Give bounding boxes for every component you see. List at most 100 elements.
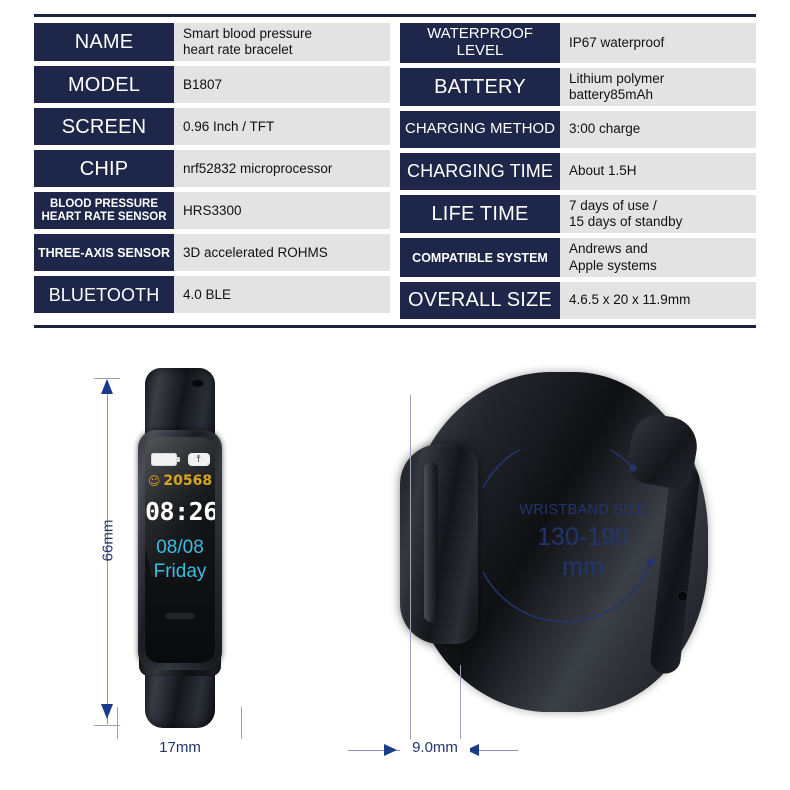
table-row: BLOOD PRESSURE HEART RATE SENSOR HRS3300 — [34, 192, 390, 230]
spec-value-overall-size: 4.6.5 x 20 x 11.9mm — [560, 281, 756, 319]
battery-icon — [150, 453, 180, 466]
screen-weekday: Friday — [153, 561, 207, 582]
screen-date: 08/08 — [156, 537, 204, 558]
dimension-height: 66mm — [88, 372, 128, 732]
wristband-size-value: 130-190 — [537, 523, 629, 552]
spec-value-line: 4.0 BLE — [183, 286, 232, 302]
table-row: BLUETOOTH 4.0 BLE — [34, 276, 390, 314]
spec-value-line: About 1.5H — [569, 163, 637, 179]
table-row: CHARGING TIME About 1.5H — [400, 152, 756, 190]
spec-value-charging-method: 3:00 charge — [560, 110, 756, 148]
table-row: CHIP nrf52832 microprocessor — [34, 150, 390, 188]
wristband-size-annotation: WRISTBAND SIZE 130-190 mm — [483, 450, 683, 650]
spec-label-three-axis-sensor: THREE-AXIS SENSOR — [34, 234, 174, 272]
table-row: NAME Smart blood pressure heart rate bra… — [34, 23, 390, 62]
extension-line-right — [460, 665, 461, 750]
spec-column-right: WATERPROOF LEVEL IP67 waterproof BATTERY… — [400, 23, 756, 319]
spec-value-line: Lithium polymer — [569, 70, 665, 86]
spec-value-line: B1807 — [183, 76, 223, 92]
extension-line-right — [241, 707, 242, 741]
spec-value-compatible-system: Andrews and Apple systems — [560, 238, 756, 277]
specification-table: NAME Smart blood pressure heart rate bra… — [34, 14, 756, 328]
spec-value-battery: Lithium polymer battery85mAh — [560, 67, 756, 106]
table-top-rule — [34, 14, 756, 17]
spec-label-model: MODEL — [34, 66, 174, 104]
strap-hole — [191, 378, 204, 387]
spec-value-line: battery85mAh — [569, 86, 654, 102]
table-row: SCREEN 0.96 Inch / TFT — [34, 108, 390, 146]
extension-line-left — [410, 395, 411, 750]
spec-value-bluetooth: 4.0 BLE — [174, 276, 390, 314]
spec-value-line: nrf52832 microprocessor — [183, 160, 333, 176]
screen-home-bar — [165, 613, 195, 619]
footsteps-icon: ☺ — [147, 474, 161, 488]
arrow-up-icon — [101, 379, 113, 394]
dimension-thickness: 9.0mm — [348, 395, 518, 775]
spec-label-overall-size: OVERALL SIZE — [400, 281, 560, 319]
wristband-size-unit: mm — [562, 552, 604, 581]
device-screen: ☨ ☺ 20568 08:26 08/08 Friday — [145, 437, 215, 663]
steps-count: 20568 — [163, 473, 213, 489]
extension-line-left — [117, 707, 118, 741]
spec-value-line: HRS3300 — [183, 202, 242, 218]
band-head — [400, 444, 478, 644]
spec-value-line: 0.96 Inch / TFT — [183, 118, 275, 134]
spec-label-charging-method: CHARGING METHOD — [400, 110, 560, 148]
table-row: LIFE TIME 7 days of use / 15 days of sta… — [400, 194, 756, 234]
spec-label-screen: SCREEN — [34, 108, 174, 146]
table-bottom-rule — [34, 324, 756, 328]
table-row: CHARGING METHOD 3:00 charge — [400, 110, 756, 148]
dimension-width-label: 17mm — [105, 739, 255, 756]
bracelet-front-view: ☨ ☺ 20568 08:26 08/08 Friday — [128, 368, 232, 728]
arrow-right-icon — [384, 744, 397, 756]
spec-value-line: heart rate bracelet — [183, 42, 293, 58]
dimension-height-label: 66mm — [99, 519, 117, 562]
spec-value-model: B1807 — [174, 66, 390, 104]
arrow-down-icon — [101, 704, 113, 719]
spec-value-line: 15 days of standby — [569, 214, 683, 230]
spec-label-battery: BATTERY — [400, 67, 560, 106]
spec-value-line: 3:00 charge — [569, 121, 641, 137]
band-head-lip — [424, 462, 438, 622]
spec-label-bluetooth: BLUETOOTH — [34, 276, 174, 314]
spec-value-line: 7 days of use / — [569, 197, 657, 213]
device-body: ☨ ☺ 20568 08:26 08/08 Friday — [138, 430, 222, 670]
wristband-side-view: WRISTBAND SIZE 130-190 mm — [378, 354, 728, 734]
spec-label-name: NAME — [34, 23, 174, 62]
spec-value-line: Andrews and — [569, 241, 648, 257]
spec-label-waterproof-level: WATERPROOF LEVEL — [400, 23, 560, 63]
spec-value-line: Smart blood pressure — [183, 26, 313, 41]
spec-value-line: 3D accelerated ROHMS — [183, 244, 328, 260]
spec-value-three-axis-sensor: 3D accelerated ROHMS — [174, 234, 390, 272]
table-row: BATTERY Lithium polymer battery85mAh — [400, 67, 756, 106]
spec-value-chip: nrf52832 microprocessor — [174, 150, 390, 188]
spec-value-blood-pressure-heart-rate-sensor: HRS3300 — [174, 192, 390, 230]
spec-value-line: IP67 waterproof — [569, 34, 665, 50]
spec-value-name: Smart blood pressure heart rate bracelet — [174, 23, 390, 62]
table-row: OVERALL SIZE 4.6.5 x 20 x 11.9mm — [400, 281, 756, 319]
table-row: WATERPROOF LEVEL IP67 waterproof — [400, 23, 756, 63]
dimension-width: 17mm — [105, 707, 255, 775]
screen-steps-row: ☺ 20568 — [145, 473, 215, 489]
screen-clock: 08:26 — [145, 497, 215, 526]
spec-value-screen: 0.96 Inch / TFT — [174, 108, 390, 146]
spec-label-life-time: LIFE TIME — [400, 194, 560, 234]
product-diagram: 66mm ☨ ☺ 20568 08:26 08/08 Friday 17mm W… — [0, 330, 790, 790]
spec-label-chip: CHIP — [34, 150, 174, 188]
bluetooth-icon: ☨ — [187, 453, 210, 466]
spec-label-compatible-system: COMPATIBLE SYSTEM — [400, 238, 560, 277]
spec-value-life-time: 7 days of use / 15 days of standby — [560, 194, 756, 234]
wristband-size-text: WRISTBAND SIZE 130-190 mm — [478, 502, 688, 582]
table-row: THREE-AXIS SENSOR 3D accelerated ROHMS — [34, 234, 390, 272]
spec-value-line: Apple systems — [569, 257, 657, 273]
spec-value-charging-time: About 1.5H — [560, 152, 756, 190]
spec-label-charging-time: CHARGING TIME — [400, 152, 560, 190]
wristband-size-title: WRISTBAND SIZE — [519, 502, 647, 518]
table-row: COMPATIBLE SYSTEM Andrews and Apple syst… — [400, 238, 756, 277]
spec-value-waterproof-level: IP67 waterproof — [560, 23, 756, 63]
screen-status-row: ☨ — [145, 453, 215, 466]
spec-column-left: NAME Smart blood pressure heart rate bra… — [34, 23, 390, 319]
table-row: MODEL B1807 — [34, 66, 390, 104]
dimension-thickness-label: 9.0mm — [400, 739, 470, 756]
spec-label-blood-pressure-heart-rate-sensor: BLOOD PRESSURE HEART RATE SENSOR — [34, 192, 174, 230]
